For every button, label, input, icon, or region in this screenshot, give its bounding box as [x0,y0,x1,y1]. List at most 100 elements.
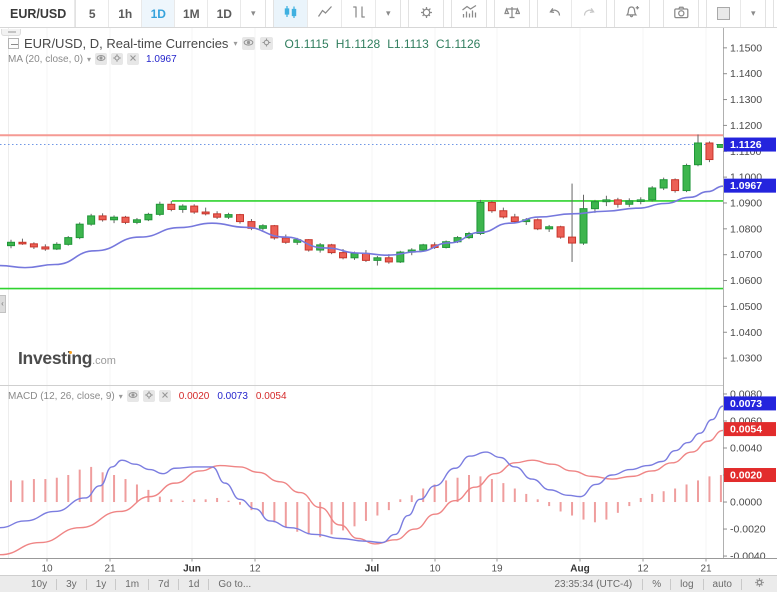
svg-text:1.1200: 1.1200 [730,120,762,132]
timeframe-1h[interactable]: 1h [109,0,142,27]
range-1m-button[interactable]: 1m [116,579,149,590]
background-color-caret[interactable]: ▾ [741,0,765,27]
macd-caret[interactable]: ▾ [119,392,123,401]
timeframe-1d-active[interactable]: 1D [142,0,175,27]
chart-type-dropdown-caret[interactable]: ▾ [376,0,400,27]
ma-settings-button[interactable] [111,53,123,65]
ma-label[interactable]: MA (20, close, 0) [8,54,83,65]
svg-text:1.0900: 1.0900 [730,197,762,209]
indicators-icon [461,4,478,23]
redo-icon [582,5,597,23]
gear-small-icon [144,387,154,405]
macd-settings-button[interactable] [143,390,155,402]
macd-label[interactable]: MACD (12, 26, close, 9) [8,391,115,402]
macd-legend-row: MACD (12, 26, close, 9) ▾ 0.0020 0.0073 … [8,390,287,402]
open-value: O1.1115 [284,37,328,51]
svg-text:10: 10 [41,564,53,575]
logo-tld: .com [92,355,116,367]
ma-remove-button[interactable] [127,53,139,65]
undo-button[interactable] [538,0,572,27]
timeframe-group: 5 1h 1D 1M 1D ▾ [75,0,266,27]
symbol-button[interactable]: EUR/USD [0,0,75,27]
high-value: H1.1128 [336,37,380,51]
percent-scale-button[interactable]: % [643,579,671,590]
macd-histogram-value: 0.0020 [179,391,210,402]
chart-application: EUR/USD 5 1h 1D 1M 1D ▾ ▾ [0,0,777,592]
svg-text:1.0967: 1.0967 [730,180,762,192]
bars-chart-button[interactable] [342,0,376,27]
svg-text:1.1126: 1.1126 [730,139,762,151]
ohlc-values: O1.1115 H1.1128 L1.1113 C1.1126 [284,37,480,51]
close-value: C1.1126 [436,37,480,51]
range-3y-button[interactable]: 3y [57,579,87,590]
macd-histogram [11,467,721,537]
svg-text:0.0020: 0.0020 [730,470,762,482]
collapse-pane-icon[interactable] [8,38,19,49]
macd-signal-line [0,430,723,554]
svg-text:0.0054: 0.0054 [730,424,762,436]
alert-button[interactable] [615,0,649,27]
settings-button[interactable] [409,0,443,27]
screenshot-button[interactable] [664,0,698,27]
compare-button[interactable] [495,0,529,27]
gear-small-icon [261,35,272,53]
svg-text:21: 21 [700,564,712,575]
ma-caret[interactable]: ▾ [87,55,91,64]
range-1d-button[interactable]: 1d [179,579,209,590]
chart-title[interactable]: EUR/USD, D, Real-time Currencies [24,36,228,51]
svg-text:-0.0020: -0.0020 [730,524,766,536]
macd-remove-button[interactable] [159,390,171,402]
svg-text:1.0600: 1.0600 [730,275,762,287]
drawing-toolbar-handle[interactable]: ‹ [0,295,6,313]
price-axis: 1.15001.14001.13001.12001.11001.10001.09… [723,28,777,563]
gear-icon [754,577,765,591]
chart-canvas[interactable]: 1.15001.14001.13001.12001.11001.10001.09… [0,28,777,575]
chart-type-group: ▾ [273,0,401,27]
logo-orange-dot [69,351,73,355]
svg-text:0.0040: 0.0040 [730,442,762,454]
undo-icon [547,5,562,23]
goto-button[interactable]: Go to... [209,579,260,590]
macd-visibility-button[interactable] [127,390,139,402]
timeframe-5[interactable]: 5 [76,0,109,27]
candlestick-chart-button[interactable] [274,0,308,27]
gear-small-icon [112,50,122,68]
toolbar-collapse-tab[interactable] [1,29,21,36]
range-1y-button[interactable]: 1y [87,579,117,590]
timeframe-dropdown-caret[interactable]: ▾ [241,0,265,27]
auto-scale-button[interactable]: auto [704,579,742,590]
investing-logo: Investing.com [18,348,116,369]
indicators-button[interactable] [452,0,486,27]
svg-text:1.1500: 1.1500 [730,42,762,54]
camera-icon [673,4,690,24]
svg-text:Aug: Aug [570,564,589,575]
svg-text:1.0500: 1.0500 [730,301,762,313]
axis-settings-button[interactable] [742,577,777,591]
redo-button[interactable] [572,0,606,27]
background-color-button[interactable] [707,0,741,27]
log-scale-button[interactable]: log [671,579,703,590]
chart-title-caret[interactable]: ▾ [233,39,237,48]
range-10y-button[interactable]: 10y [22,579,57,590]
timeframe-1d2[interactable]: 1D [208,0,241,27]
svg-text:19: 19 [491,564,503,575]
series-settings-button[interactable] [260,37,273,50]
ma-visibility-button[interactable] [95,53,107,65]
bottom-right-controls: 23:35:34 (UTC-4) % log auto [544,577,777,591]
line-chart-button[interactable] [308,0,342,27]
svg-text:21: 21 [104,564,116,575]
low-value: L1.1113 [387,37,429,51]
macd-values: 0.0020 0.0073 0.0054 [179,391,287,402]
svg-text:1.0800: 1.0800 [730,223,762,235]
timeframe-1m[interactable]: 1M [175,0,208,27]
series-visibility-button[interactable] [242,37,255,50]
scales-icon [504,5,520,23]
chart-area: 1.15001.14001.13001.12001.11001.10001.09… [0,28,777,575]
svg-text:0.0000: 0.0000 [730,497,762,509]
svg-text:0.0073: 0.0073 [730,398,762,410]
close-icon [128,50,138,68]
svg-text:1.0700: 1.0700 [730,249,762,261]
top-toolbar: EUR/USD 5 1h 1D 1M 1D ▾ ▾ [0,0,777,28]
range-7d-button[interactable]: 7d [149,579,179,590]
bell-plus-icon [624,4,641,23]
